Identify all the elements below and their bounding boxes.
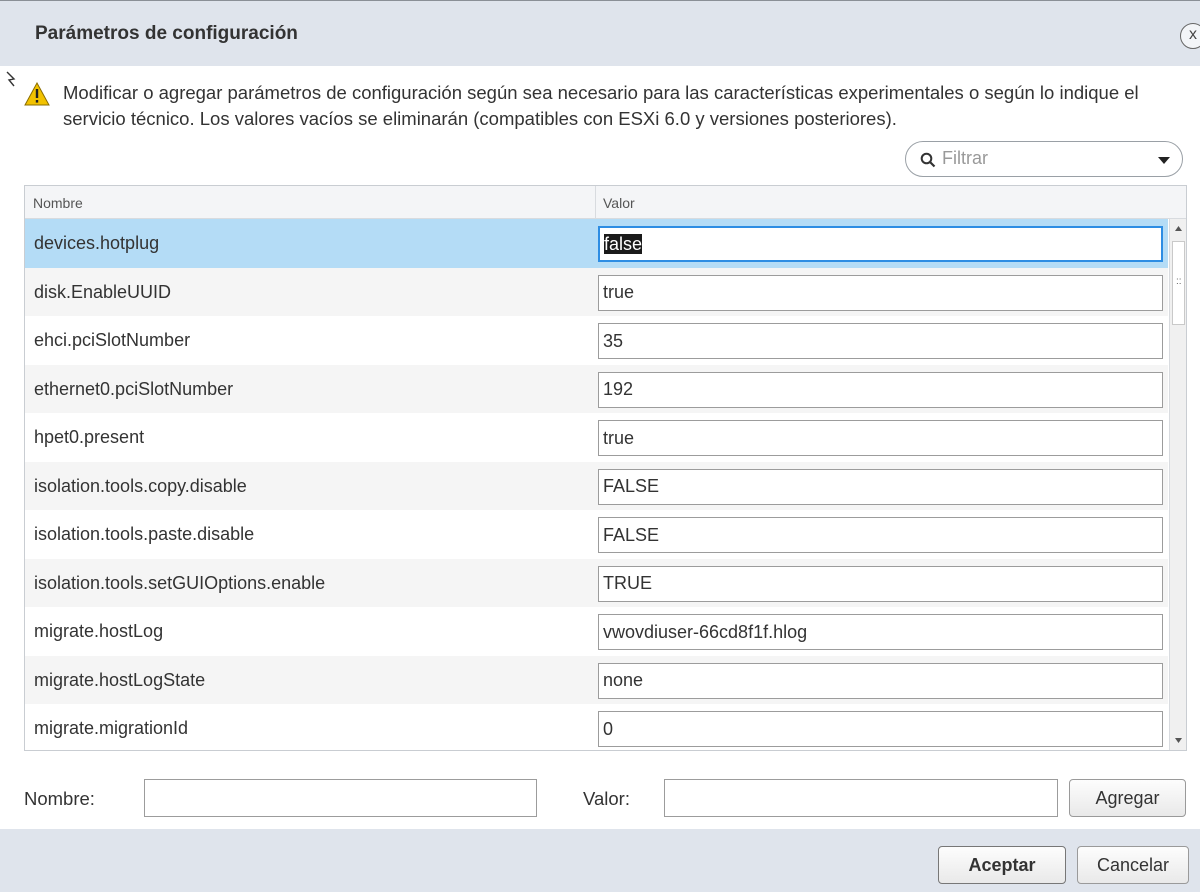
cancel-button[interactable]: Cancelar — [1077, 846, 1189, 884]
row-name: disk.EnableUUID — [34, 281, 172, 302]
row-value-input[interactable] — [598, 711, 1163, 747]
grip-icon: :: — [1176, 276, 1182, 287]
filter-box[interactable]: Filtrar — [905, 141, 1183, 177]
table-row[interactable]: isolation.tools.paste.disable — [25, 510, 1168, 559]
row-value-input[interactable] — [598, 565, 1163, 602]
table-row[interactable]: hpet0.present — [25, 413, 1168, 462]
dialog-titlebar: Parámetros de configuración x — [0, 0, 1200, 66]
row-name: isolation.tools.setGUIOptions.enable — [34, 572, 326, 593]
row-name: ehci.pciSlotNumber — [34, 330, 191, 350]
add-button[interactable]: Agregar — [1069, 779, 1186, 817]
row-name: ethernet0.pciSlotNumber — [34, 378, 234, 399]
scroll-down-arrow-icon[interactable] — [1172, 733, 1185, 747]
table-scrollbar[interactable]: :: — [1169, 219, 1186, 750]
row-name: devices.hotplug — [34, 233, 160, 253]
row-name: migrate.migrationId — [34, 718, 189, 738]
table-row[interactable]: ehci.pciSlotNumber — [25, 316, 1168, 365]
config-params-table: Nombre Valor devices.hotplug false disk.… — [24, 185, 1187, 751]
dialog-title: Parámetros de configuración — [35, 23, 298, 44]
table-header: Nombre Valor — [25, 186, 1186, 219]
row-name: isolation.tools.copy.disable — [34, 475, 247, 496]
new-value-input[interactable] — [664, 779, 1058, 817]
chevron-down-icon[interactable] — [1158, 157, 1170, 164]
row-value-input[interactable] — [598, 662, 1163, 699]
mouse-cursor-icon — [6, 71, 16, 87]
table-row[interactable]: isolation.tools.copy.disable — [25, 461, 1168, 510]
table-row[interactable]: ethernet0.pciSlotNumber — [25, 364, 1168, 413]
table-row[interactable]: isolation.tools.setGUIOptions.enable — [25, 558, 1168, 607]
column-divider[interactable] — [595, 186, 596, 219]
table-row[interactable]: migrate.hostLog — [25, 607, 1168, 656]
filter-input[interactable]: Filtrar — [942, 148, 988, 169]
row-value-input[interactable] — [598, 274, 1163, 311]
row-value-input[interactable] — [598, 323, 1163, 359]
column-header-name[interactable]: Nombre — [33, 195, 83, 211]
row-name: isolation.tools.paste.disable — [34, 524, 255, 544]
row-value-input[interactable] — [598, 420, 1163, 456]
search-icon — [920, 152, 936, 168]
close-button[interactable]: x — [1180, 23, 1200, 49]
column-header-value[interactable]: Valor — [603, 195, 635, 211]
warning-triangle-icon — [24, 82, 50, 106]
row-name: migrate.hostLog — [34, 621, 164, 641]
table-row[interactable]: migrate.hostLogState — [25, 655, 1168, 704]
row-value-input[interactable] — [598, 468, 1163, 505]
scrollbar-thumb[interactable]: :: — [1172, 241, 1185, 325]
new-name-input[interactable] — [144, 779, 537, 817]
row-value-input[interactable] — [598, 371, 1163, 408]
new-value-label: Valor: — [583, 788, 630, 809]
selected-text: false — [604, 234, 643, 254]
table-row[interactable]: disk.EnableUUID — [25, 267, 1168, 316]
ok-button[interactable]: Aceptar — [938, 846, 1066, 884]
scroll-up-arrow-icon[interactable] — [1172, 222, 1185, 236]
row-name: hpet0.present — [34, 427, 145, 447]
row-value-input[interactable] — [598, 517, 1163, 553]
row-value-input[interactable]: false — [598, 226, 1163, 262]
new-name-label: Nombre: — [24, 788, 95, 809]
table-row[interactable]: migrate.migrationId — [25, 704, 1168, 750]
table-row[interactable]: devices.hotplug false — [25, 219, 1168, 268]
row-name: migrate.hostLogState — [34, 669, 206, 690]
close-icon: x — [1189, 26, 1197, 43]
row-value-input[interactable] — [598, 614, 1163, 650]
warning-message: Modificar o agregar parámetros de config… — [63, 82, 1139, 129]
